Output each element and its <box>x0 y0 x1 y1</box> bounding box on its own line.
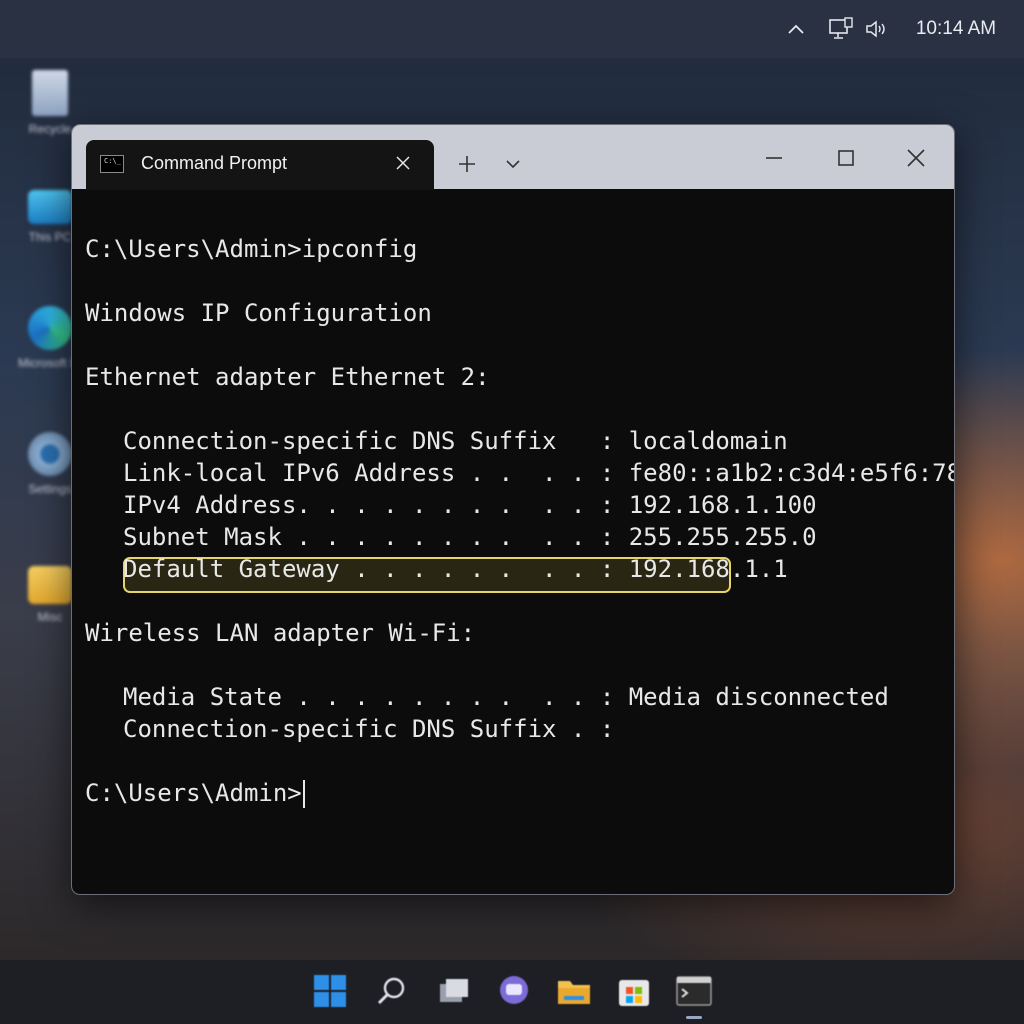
terminal-tab-icon: C:\_ <box>100 155 124 173</box>
chat-icon[interactable] <box>494 971 534 1011</box>
console-line: Link-local IPv6 Address . . . . : fe80::… <box>123 459 955 487</box>
console-line: IPv4 Address. . . . . . . . . . : 192.16… <box>123 491 817 519</box>
close-icon[interactable] <box>896 141 936 175</box>
system-tray: 10:14 AM <box>0 0 1024 58</box>
start-icon[interactable] <box>310 971 350 1011</box>
default-gateway-line: Default Gateway . . . . . . . . : 192.16… <box>123 555 788 583</box>
tab-title: Command Prompt <box>141 153 288 173</box>
tab-command-prompt[interactable]: C:\_ Command Prompt <box>86 140 434 190</box>
terminal-icon[interactable] <box>674 971 714 1011</box>
console-prompt-line[interactable]: C:\Users\Admin> <box>85 777 945 809</box>
console-line: Media State . . . . . . . . . . : Media … <box>123 683 889 711</box>
maximize-icon[interactable] <box>826 141 866 175</box>
minimize-icon[interactable] <box>754 141 794 175</box>
network-icon[interactable] <box>826 14 856 44</box>
console-line: Windows IP Configuration <box>85 299 432 327</box>
prompt-text: C:\Users\Admin> <box>85 779 302 807</box>
console-line: Connection-specific DNS Suffix . : <box>123 715 615 743</box>
volume-icon[interactable] <box>862 14 890 44</box>
console-output[interactable]: C:\Users\Admin>ipconfig Windows IP Confi… <box>85 233 955 809</box>
console-line: Subnet Mask . . . . . . . . . . : 255.25… <box>123 523 817 551</box>
store-icon[interactable] <box>614 971 654 1011</box>
command-prompt-window: C:\_ Command Prompt C:\Users\Admin>ipcon… <box>71 124 955 895</box>
chevron-up-icon[interactable] <box>782 14 810 44</box>
clock[interactable]: 10:14 AM <box>908 14 1004 44</box>
title-bar[interactable]: C:\_ Command Prompt <box>72 125 954 190</box>
console-line: Connection-specific DNS Suffix : localdo… <box>123 427 788 455</box>
tab-close-icon[interactable] <box>390 150 416 176</box>
plus-icon[interactable] <box>450 147 484 181</box>
task-view-icon[interactable] <box>434 971 474 1011</box>
chevron-down-icon[interactable] <box>498 147 528 181</box>
file-explorer-icon[interactable] <box>554 971 594 1011</box>
console-line: Ethernet adapter Ethernet 2: <box>85 363 490 391</box>
text-cursor <box>302 780 305 808</box>
search-icon[interactable] <box>372 971 412 1011</box>
console-line: Wireless LAN adapter Wi-Fi: <box>85 619 476 647</box>
active-app-indicator <box>686 1016 702 1019</box>
console-line: C:\Users\Admin>ipconfig <box>85 235 418 263</box>
